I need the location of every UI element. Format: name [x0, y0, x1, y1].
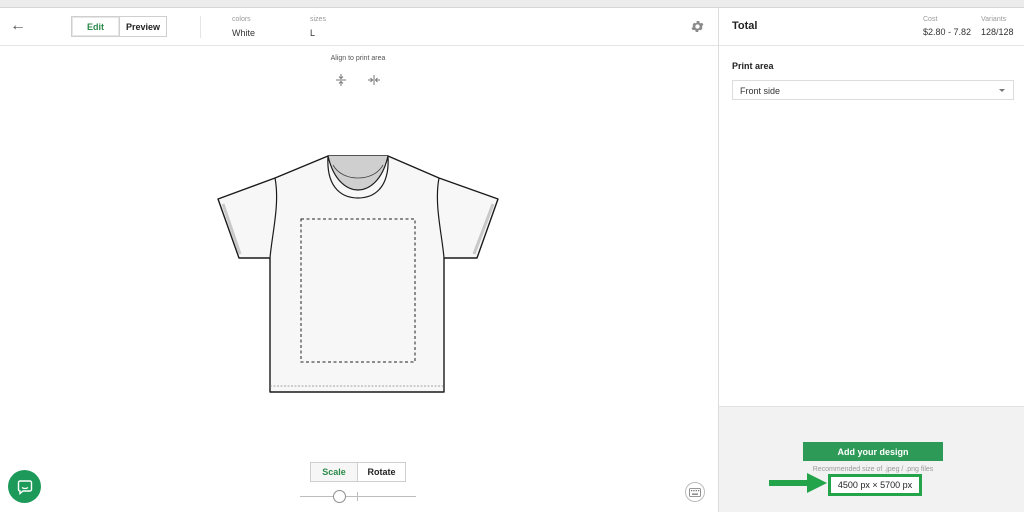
colors-value[interactable]: White	[232, 28, 255, 38]
align-to-print-area-label: Align to print area	[330, 55, 386, 62]
sizes-label: sizes	[310, 16, 326, 23]
variants-value: 128/128	[981, 27, 1014, 37]
align-vertical-center-icon[interactable]	[333, 72, 349, 88]
tshirt-mockup	[217, 155, 499, 393]
panel-header: Total Cost $2.80 - 7.82 Variants 128/128	[719, 8, 1024, 46]
add-your-design-button[interactable]: Add your design	[803, 442, 943, 461]
scale-slider-track[interactable]	[300, 496, 416, 497]
print-area-label: Print area	[732, 61, 774, 71]
print-area-selected-value: Front side	[740, 86, 781, 96]
chevron-down-icon	[999, 89, 1005, 92]
chat-bubble-icon	[17, 479, 32, 495]
total-title: Total	[732, 20, 758, 32]
scale-slider-center-tick	[357, 492, 358, 501]
colors-label: colors	[232, 16, 251, 23]
variants-label: Variants	[981, 16, 1007, 23]
align-horizontal-center-icon[interactable]	[366, 72, 382, 88]
back-arrow-icon[interactable]: ←	[10, 18, 26, 34]
cost-value: $2.80 - 7.82	[923, 27, 972, 37]
chat-button[interactable]	[8, 470, 41, 503]
recommended-dimensions-highlight: 4500 px × 5700 px	[828, 474, 922, 496]
toolbar-divider	[200, 16, 201, 38]
product-side-panel: Total Cost $2.80 - 7.82 Variants 128/128…	[718, 8, 1024, 512]
browser-top-strip	[0, 0, 1024, 8]
cost-label: Cost	[923, 16, 938, 23]
print-area-select[interactable]: Front side	[732, 80, 1014, 100]
scale-slider-handle[interactable]	[333, 490, 346, 503]
scale-tab[interactable]: Scale	[310, 462, 358, 482]
sizes-value[interactable]: L	[310, 28, 315, 38]
design-editor: ← Edit Preview colors White sizes L Alig…	[0, 8, 718, 512]
recommended-dimensions-value: 4500 px × 5700 px	[837, 480, 913, 490]
annotation-arrow-icon	[769, 473, 827, 493]
preview-tab[interactable]: Preview	[119, 16, 167, 37]
panel-footer: Add your design Recommended size of .jpe…	[719, 406, 1024, 512]
gear-icon[interactable]	[690, 19, 705, 34]
editor-toolbar: ← Edit Preview colors White sizes L	[0, 8, 718, 46]
keyboard-icon	[689, 487, 701, 497]
rotate-tab[interactable]: Rotate	[357, 462, 406, 482]
recommended-size-text: Recommended size of .jpeg / .png files	[812, 466, 934, 473]
keyboard-shortcuts-button[interactable]	[685, 482, 705, 502]
edit-tab[interactable]: Edit	[71, 16, 120, 37]
